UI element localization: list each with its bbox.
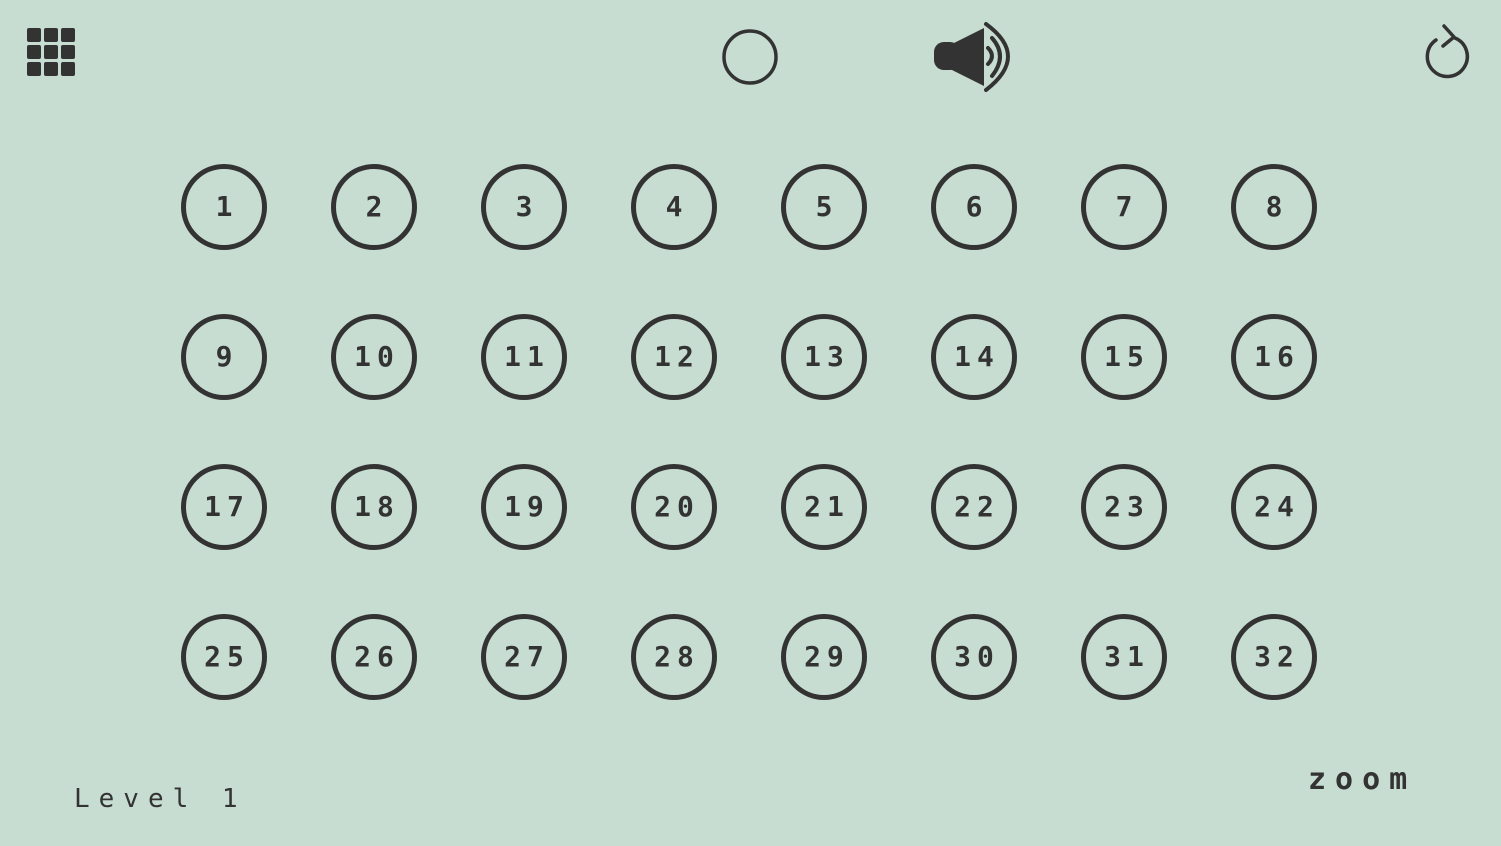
level-number: 17 [204, 490, 250, 523]
level-number: 6 [965, 190, 989, 223]
level-button-19[interactable]: 19 [481, 464, 567, 550]
level-button-10[interactable]: 10 [331, 314, 417, 400]
level-button-1[interactable]: 1 [181, 164, 267, 250]
circle-icon [722, 29, 778, 85]
level-button-20[interactable]: 20 [631, 464, 717, 550]
level-number: 2 [365, 190, 389, 223]
level-number: 24 [1254, 490, 1300, 523]
current-level-label: Level 1 [74, 784, 247, 814]
level-number: 8 [1265, 190, 1289, 223]
level-number: 28 [654, 640, 700, 673]
level-button-11[interactable]: 11 [481, 314, 567, 400]
level-number: 31 [1104, 640, 1150, 673]
level-grid: 1 2 3 4 5 6 7 8 9 10 11 12 13 14 15 16 17 18 19 20 21 22 23 24 2… [181, 164, 1321, 704]
level-number: 13 [804, 340, 850, 373]
level-number: 22 [954, 490, 1000, 523]
level-button-7[interactable]: 7 [1081, 164, 1167, 250]
level-number: 5 [815, 190, 839, 223]
level-button-3[interactable]: 3 [481, 164, 567, 250]
level-number: 16 [1254, 340, 1300, 373]
level-button-23[interactable]: 23 [1081, 464, 1167, 550]
grid-menu-icon [27, 28, 75, 76]
level-button-8[interactable]: 8 [1231, 164, 1317, 250]
level-button-25[interactable]: 25 [181, 614, 267, 700]
level-number: 12 [654, 340, 700, 373]
level-button-32[interactable]: 32 [1231, 614, 1317, 700]
level-button-26[interactable]: 26 [331, 614, 417, 700]
level-number: 14 [954, 340, 1000, 373]
level-button-15[interactable]: 15 [1081, 314, 1167, 400]
level-number: 19 [504, 490, 550, 523]
level-number: 27 [504, 640, 550, 673]
level-number: 20 [654, 490, 700, 523]
level-number: 3 [515, 190, 539, 223]
zoom-button[interactable]: zoom [1308, 762, 1416, 797]
level-button-29[interactable]: 29 [781, 614, 867, 700]
level-number: 1 [215, 190, 239, 223]
level-number: 26 [354, 640, 400, 673]
level-number: 11 [504, 340, 550, 373]
level-number: 4 [665, 190, 689, 223]
speaker-sound-icon [934, 22, 1010, 92]
level-button-9[interactable]: 9 [181, 314, 267, 400]
level-button-18[interactable]: 18 [331, 464, 417, 550]
level-button-5[interactable]: 5 [781, 164, 867, 250]
level-button-24[interactable]: 24 [1231, 464, 1317, 550]
level-number: 21 [804, 490, 850, 523]
level-button-16[interactable]: 16 [1231, 314, 1317, 400]
level-button-4[interactable]: 4 [631, 164, 717, 250]
level-number: 18 [354, 490, 400, 523]
level-button-14[interactable]: 14 [931, 314, 1017, 400]
level-number: 15 [1104, 340, 1150, 373]
menu-button[interactable] [25, 26, 77, 78]
level-number: 7 [1115, 190, 1139, 223]
level-number: 25 [204, 640, 250, 673]
level-button-12[interactable]: 12 [631, 314, 717, 400]
level-number: 30 [954, 640, 1000, 673]
restart-icon [1425, 24, 1470, 79]
level-number: 9 [215, 340, 239, 373]
level-button-17[interactable]: 17 [181, 464, 267, 550]
level-button-31[interactable]: 31 [1081, 614, 1167, 700]
level-button-28[interactable]: 28 [631, 614, 717, 700]
sound-toggle-button[interactable] [930, 18, 1022, 96]
level-button-21[interactable]: 21 [781, 464, 867, 550]
circle-button[interactable] [720, 27, 780, 87]
level-button-13[interactable]: 13 [781, 314, 867, 400]
level-number: 23 [1104, 490, 1150, 523]
level-number: 32 [1254, 640, 1300, 673]
level-button-27[interactable]: 27 [481, 614, 567, 700]
restart-button[interactable] [1422, 22, 1476, 80]
level-button-30[interactable]: 30 [931, 614, 1017, 700]
level-button-2[interactable]: 2 [331, 164, 417, 250]
level-number: 29 [804, 640, 850, 673]
level-button-6[interactable]: 6 [931, 164, 1017, 250]
level-button-22[interactable]: 22 [931, 464, 1017, 550]
level-number: 10 [354, 340, 400, 373]
